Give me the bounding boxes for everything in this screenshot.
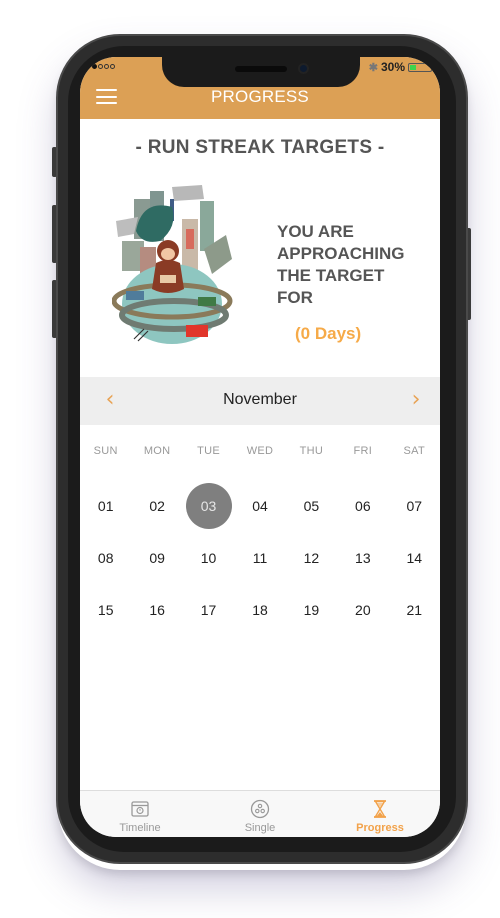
red-bus-shape xyxy=(186,325,208,337)
app-screen: ✱ 30% PROGRESS - RUN STREAK TARGETS - YO… xyxy=(80,57,440,837)
battery-fill xyxy=(410,64,416,70)
target-days-count: (0 Days) xyxy=(295,324,362,343)
cloud-shape xyxy=(172,185,204,201)
calendar-day[interactable]: 19 xyxy=(286,584,337,636)
signal-strength-icon xyxy=(92,64,115,69)
calendar-day-number: 13 xyxy=(355,550,371,566)
calendar-day-number: 16 xyxy=(149,602,165,618)
weekday-label: MON xyxy=(143,445,171,457)
calendar-day[interactable]: 17 xyxy=(183,584,234,636)
calendar-day[interactable]: 18 xyxy=(234,584,285,636)
weekday-label: FRI xyxy=(353,445,373,457)
month-label: November xyxy=(223,391,297,408)
tab-label: Single xyxy=(244,822,276,834)
calendar-day[interactable]: 13 xyxy=(337,532,388,584)
calendar-day-number: 08 xyxy=(97,550,114,566)
calendar-day-number: 11 xyxy=(252,550,268,566)
battery-icon xyxy=(408,62,434,72)
calendar-day-number: 21 xyxy=(406,602,423,618)
building-window xyxy=(186,229,194,249)
signal-dot xyxy=(110,64,115,69)
calendar-day-selected[interactable]: 03 xyxy=(183,480,234,532)
weekday-header: SUN MON TUE WED THU FRI SAT xyxy=(80,445,440,457)
calendar-day-number: 15 xyxy=(97,602,114,618)
calendar-day-number: 09 xyxy=(149,550,165,566)
target-message: YOU ARE APPROACHING THE TARGET FOR xyxy=(277,221,427,309)
calendar-day[interactable]: 02 xyxy=(131,480,182,532)
chevron-right-icon: › xyxy=(411,387,421,412)
front-camera xyxy=(298,63,309,74)
calendar-day-number: 18 xyxy=(252,602,268,618)
weekday-label: SAT xyxy=(403,445,426,457)
signal-dot xyxy=(104,64,109,69)
calendar-day[interactable]: 14 xyxy=(389,532,440,584)
bus-shape xyxy=(126,291,144,300)
calendar-day[interactable]: 07 xyxy=(389,480,440,532)
calendar-day[interactable]: 06 xyxy=(337,480,388,532)
calendar-day-number: 20 xyxy=(355,602,371,618)
calendar-day[interactable]: 20 xyxy=(337,584,388,636)
calendar-day[interactable]: 01 xyxy=(80,480,131,532)
page-title: PROGRESS xyxy=(211,87,309,106)
calendar-days-grid: 01 02 03 04 05 06 07 08 09 10 11 12 13 14 15 16 17 18 19 20… xyxy=(80,480,440,636)
target-message-line: APPROACHING xyxy=(277,244,405,263)
calendar-day[interactable]: 16 xyxy=(131,584,182,636)
calendar-day-number: 01 xyxy=(97,498,114,514)
monkey-belt xyxy=(160,275,176,283)
speaker-grille xyxy=(235,66,287,72)
calendar-day-number: 04 xyxy=(252,498,268,514)
calendar-day-number: 07 xyxy=(406,498,423,514)
monkey-face xyxy=(161,248,175,260)
calendar-day[interactable]: 15 xyxy=(80,584,131,636)
calendar-day-number: 10 xyxy=(200,550,217,566)
building-shape xyxy=(200,201,214,251)
target-message-line: THE TARGET xyxy=(277,266,385,285)
weekday-label: TUE xyxy=(197,445,221,457)
calendar-day[interactable]: 04 xyxy=(234,480,285,532)
tab-timeline[interactable]: Timeline xyxy=(80,791,200,837)
calendar-day-number: 19 xyxy=(303,602,320,618)
next-month-button[interactable]: › xyxy=(404,387,428,412)
tab-label: Timeline xyxy=(119,822,161,834)
monkey-globe-illustration xyxy=(112,185,233,344)
calendar-day-number: 06 xyxy=(355,498,371,514)
tab-progress[interactable]: Progress xyxy=(320,791,440,837)
weekday-label: SUN xyxy=(93,445,118,457)
bluetooth-icon: ✱ xyxy=(368,61,378,74)
calendar-day-number: 17 xyxy=(200,602,217,618)
calendar-day[interactable]: 21 xyxy=(389,584,440,636)
app-header: ✱ 30% PROGRESS xyxy=(80,57,440,119)
calendar-day[interactable]: 09 xyxy=(131,532,182,584)
hourglass-icon xyxy=(374,800,386,818)
calendar-day-number: 02 xyxy=(149,498,165,514)
calendar-day-number: 03 xyxy=(185,483,232,529)
tab-single[interactable]: Single xyxy=(200,791,320,837)
three-dots-circle-icon xyxy=(250,799,270,819)
calendar-clock-icon xyxy=(131,801,149,817)
car-shape xyxy=(198,297,216,306)
signal-dot xyxy=(92,64,97,69)
tab-label: Progress xyxy=(356,822,404,834)
section-title: - RUN STREAK TARGETS - xyxy=(135,137,385,158)
target-message-line: YOU ARE xyxy=(277,222,354,241)
battery-percent: 30% xyxy=(380,60,405,74)
calendar-day-number: 05 xyxy=(303,498,320,514)
calendar-day[interactable]: 12 xyxy=(286,532,337,584)
calendar-day-number: 12 xyxy=(303,550,320,566)
signal-dot xyxy=(98,64,103,69)
weekday-label: THU xyxy=(299,445,324,457)
month-navigator: ‹ November › xyxy=(80,377,440,425)
status-right: ✱ 30% xyxy=(368,60,434,74)
calendar-day[interactable]: 11 xyxy=(234,532,285,584)
calendar-day-number: 14 xyxy=(406,550,423,566)
calendar-day[interactable]: 05 xyxy=(286,480,337,532)
calendar-day[interactable]: 08 xyxy=(80,532,131,584)
target-message-line: FOR xyxy=(277,288,313,307)
calendar-day[interactable]: 10 xyxy=(183,532,234,584)
device-notch xyxy=(162,57,360,87)
weekday-label: WED xyxy=(246,445,274,457)
bottom-tab-bar: Timeline Single Progress xyxy=(80,790,440,837)
